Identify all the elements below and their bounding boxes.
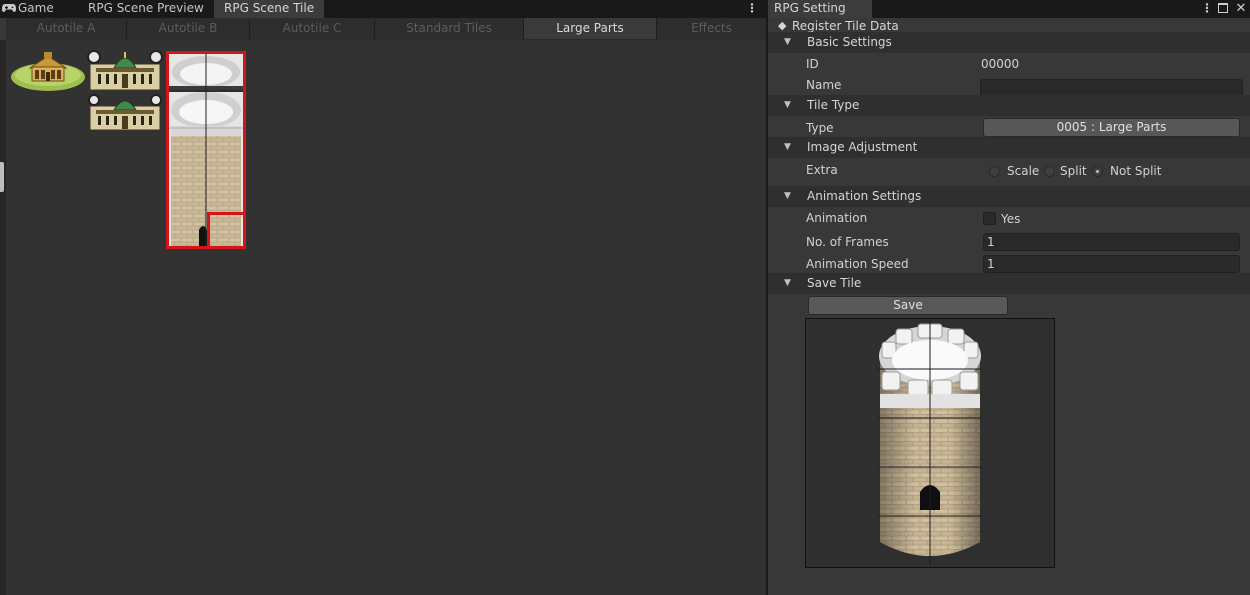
foldout-save-tile[interactable]: ▼ Save Tile [768, 273, 1250, 294]
tab-autotile-c[interactable]: Autotile C [250, 18, 375, 39]
scene-tile-window: Game RPG Scene Preview RPG Scene Tile ⋮ … [0, 0, 766, 595]
house-icon [11, 52, 85, 91]
close-icon[interactable]: ✕ [1235, 0, 1247, 18]
id-label: ID [806, 57, 819, 71]
window-menu-icon[interactable]: ⋮ [745, 0, 759, 18]
tab-autotile-a[interactable]: Autotile A [6, 18, 127, 39]
chevron-down-icon: ▼ [784, 100, 791, 110]
foldout-animation-settings[interactable]: ▼ Animation Settings [768, 186, 1250, 207]
animation-label: Animation [806, 211, 868, 225]
frames-field[interactable]: 1 [983, 233, 1240, 251]
selection-sub-rect [207, 212, 246, 249]
tab-game-label: Game [18, 1, 54, 15]
tab-rpg-setting[interactable]: RPG Setting [768, 0, 872, 18]
tile-house[interactable] [10, 50, 86, 92]
foldout-basic-settings[interactable]: ▼ Basic Settings [768, 32, 1250, 53]
animation-checkbox[interactable] [983, 212, 996, 225]
extra-label: Extra [806, 163, 838, 177]
maximize-icon[interactable] [1218, 3, 1228, 13]
foldout-tile-type[interactable]: ▼ Tile Type [768, 95, 1250, 116]
speed-label: Animation Speed [806, 257, 909, 271]
foldout-label: Animation Settings [807, 189, 922, 203]
tab-autotile-b[interactable]: Autotile B [127, 18, 250, 39]
window-menu-icon[interactable]: ⋮ [1200, 0, 1214, 18]
type-dropdown-button[interactable]: 0005 : Large Parts [983, 118, 1240, 137]
palace-icon [88, 94, 162, 131]
foldout-image-adjustment[interactable]: ▼ Image Adjustment [768, 137, 1250, 158]
tab-rpg-scene-preview[interactable]: RPG Scene Preview [78, 0, 214, 18]
radio-not-split[interactable] [1092, 166, 1103, 177]
radio-scale-label: Scale [1007, 164, 1040, 178]
tile-preview [805, 318, 1055, 568]
foldout-label: Tile Type [807, 98, 860, 112]
rpg-setting-window: RPG Setting ⋮ ✕ ◆ Register Tile Data ▼ B… [768, 0, 1250, 595]
gamepad-icon [2, 4, 16, 13]
chevron-down-icon: ▼ [784, 142, 791, 152]
tile-palette [6, 40, 766, 595]
frames-label: No. of Frames [806, 235, 889, 249]
radio-split-label: Split [1060, 164, 1087, 178]
id-value: 00000 [981, 57, 1020, 71]
chevron-down-icon: ▼ [784, 191, 791, 201]
tower-icon [878, 320, 982, 566]
save-button[interactable]: Save [808, 296, 1008, 315]
tab-effects[interactable]: Effects [657, 18, 766, 39]
name-label: Name [806, 78, 842, 92]
palace-icon [87, 50, 163, 91]
tab-rpg-scene-tile[interactable]: RPG Scene Tile [214, 0, 324, 18]
tile-tower-selected[interactable] [166, 51, 246, 249]
foldout-label: Image Adjustment [807, 140, 918, 154]
chevron-down-icon: ▼ [784, 37, 791, 47]
tile-palace-bottom[interactable] [86, 94, 164, 132]
speed-field[interactable]: 1 [983, 255, 1240, 273]
tab-label: RPG Scene Tile [224, 1, 315, 15]
tile-palace-top[interactable] [86, 50, 164, 92]
radio-not-split-label: Not Split [1110, 164, 1162, 178]
tab-standard-tiles[interactable]: Standard Tiles [375, 18, 524, 39]
resize-handle[interactable] [0, 162, 4, 192]
tab-label: RPG Scene Preview [88, 1, 204, 15]
chevron-down-icon: ▼ [784, 278, 791, 288]
radio-scale[interactable] [989, 166, 1000, 177]
tab-large-parts[interactable]: Large Parts [524, 18, 657, 39]
foldout-label: Save Tile [807, 276, 862, 290]
tile-category-tabs: Autotile A Autotile B Autotile C Standar… [6, 18, 766, 40]
tab-game[interactable]: Game [0, 0, 72, 18]
radio-split[interactable] [1044, 166, 1055, 177]
window-tab-bar: Game RPG Scene Preview RPG Scene Tile ⋮ [0, 0, 766, 18]
animation-checkbox-label: Yes [1001, 212, 1021, 226]
foldout-label: Basic Settings [807, 35, 892, 49]
type-label: Type [806, 121, 834, 135]
